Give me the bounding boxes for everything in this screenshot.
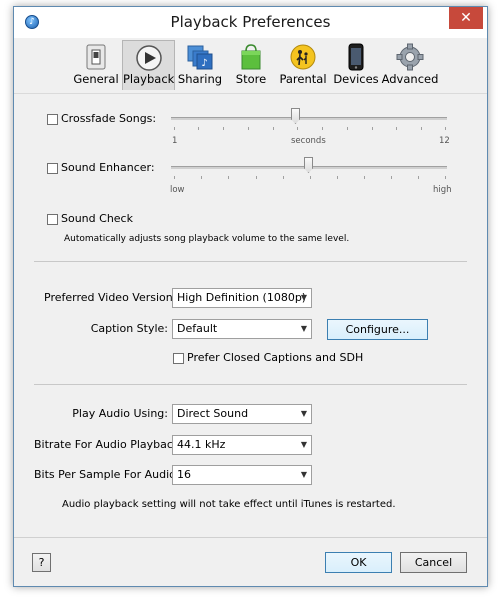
- sound-check-checkbox[interactable]: [47, 214, 58, 225]
- enhancer-tick: [256, 176, 257, 179]
- crossfade-tick: [223, 127, 224, 130]
- chevron-down-icon: ▼: [300, 293, 307, 302]
- crossfade-tick: [396, 127, 397, 130]
- enhancer-tick: [228, 176, 229, 179]
- caption-style-value: Default: [177, 322, 218, 335]
- sound-check-label: Sound Check: [61, 212, 133, 225]
- preferred-video-value: High Definition (1080p): [177, 291, 307, 304]
- bits-per-sample-value: 16: [177, 468, 191, 481]
- tab-advanced[interactable]: Advanced: [380, 40, 440, 90]
- enhancer-tick: [283, 176, 284, 179]
- play-audio-select[interactable]: Direct Sound ▼: [172, 404, 312, 424]
- tab-devices[interactable]: Devices: [332, 40, 380, 90]
- crossfade-tick: [198, 127, 199, 130]
- tab-parental-label: Parental: [279, 72, 327, 86]
- enhancer-min-label: low: [170, 185, 185, 195]
- bitrate-label: Bitrate For Audio Playback:: [34, 438, 183, 451]
- tab-parental[interactable]: Parental: [277, 40, 329, 90]
- chevron-down-icon: ▼: [300, 470, 307, 479]
- tab-playback[interactable]: Playback: [122, 40, 175, 90]
- enhancer-tick: [337, 176, 338, 179]
- parental-icon: [290, 44, 316, 70]
- general-switch-icon: [86, 44, 106, 70]
- play-audio-value: Direct Sound: [177, 407, 249, 420]
- bitrate-value: 44.1 kHz: [177, 438, 226, 451]
- closed-captions-label: Prefer Closed Captions and SDH: [187, 351, 364, 364]
- crossfade-max-label: 12: [439, 136, 450, 146]
- crossfade-tick: [248, 127, 249, 130]
- play-audio-label: Play Audio Using:: [72, 407, 168, 420]
- tab-store[interactable]: Store: [226, 40, 276, 90]
- footer-divider: [14, 537, 487, 538]
- tab-general[interactable]: General: [72, 40, 120, 90]
- svg-text:♪: ♪: [201, 58, 207, 69]
- crossfade-tick: [322, 127, 323, 130]
- tab-devices-label: Devices: [333, 72, 379, 86]
- chevron-down-icon: ▼: [300, 440, 307, 449]
- sound-enhancer-checkbox[interactable]: [47, 163, 58, 174]
- section-divider: [34, 384, 467, 385]
- section-divider: [34, 261, 467, 262]
- bits-per-sample-select[interactable]: 16 ▼: [172, 465, 312, 485]
- crossfade-tick: [421, 127, 422, 130]
- configure-button[interactable]: Configure...: [327, 319, 428, 340]
- tab-playback-label: Playback: [123, 72, 175, 86]
- device-phone-icon: [348, 43, 364, 71]
- sound-enhancer-slider-thumb[interactable]: [304, 157, 313, 173]
- caption-style-select[interactable]: Default ▼: [172, 319, 312, 339]
- bits-per-sample-label: Bits Per Sample For Audio: [34, 468, 176, 481]
- preferences-window: ♪ Playback Preferences ✕ General Playbac…: [13, 6, 488, 587]
- crossfade-unit-label: seconds: [291, 136, 326, 146]
- cancel-button[interactable]: Cancel: [400, 552, 467, 573]
- enhancer-tick: [445, 176, 446, 179]
- crossfade-tick: [347, 127, 348, 130]
- enhancer-tick: [418, 176, 419, 179]
- play-icon: [135, 45, 162, 71]
- preferred-video-select[interactable]: High Definition (1080p) ▼: [172, 288, 312, 308]
- sound-enhancer-label: Sound Enhancer:: [61, 161, 155, 174]
- crossfade-tick: [297, 127, 298, 130]
- title-bar[interactable]: ♪ Playback Preferences ✕: [14, 7, 487, 38]
- crossfade-label: Crossfade Songs:: [61, 112, 157, 125]
- enhancer-tick: [174, 176, 175, 179]
- sharing-icon: ♪: [187, 45, 213, 70]
- crossfade-tick: [273, 127, 274, 130]
- gear-icon: [396, 43, 424, 71]
- closed-captions-checkbox[interactable]: [173, 353, 184, 364]
- tab-store-label: Store: [235, 72, 267, 86]
- chevron-down-icon: ▼: [300, 324, 307, 333]
- enhancer-max-label: high: [433, 185, 452, 195]
- caption-style-label: Caption Style:: [90, 322, 168, 335]
- preferences-toolbar: General Playback ♪ Sharing Store Parenta…: [14, 38, 487, 94]
- store-bag-icon: [241, 44, 261, 70]
- crossfade-min-label: 1: [172, 136, 178, 146]
- crossfade-slider-thumb[interactable]: [291, 108, 300, 124]
- audio-restart-note: Audio playback setting will not take eff…: [62, 499, 396, 510]
- ok-button[interactable]: OK: [325, 552, 392, 573]
- crossfade-tick: [445, 127, 446, 130]
- tab-sharing-label: Sharing: [177, 72, 223, 86]
- bitrate-select[interactable]: 44.1 kHz ▼: [172, 435, 312, 455]
- window-title: Playback Preferences: [170, 13, 331, 31]
- enhancer-tick: [364, 176, 365, 179]
- tab-advanced-label: Advanced: [381, 72, 439, 86]
- crossfade-tick: [372, 127, 373, 130]
- crossfade-checkbox[interactable]: [47, 114, 58, 125]
- enhancer-tick: [391, 176, 392, 179]
- enhancer-tick: [201, 176, 202, 179]
- preferred-video-label: Preferred Video Version:: [44, 291, 177, 304]
- tab-general-label: General: [73, 72, 119, 86]
- enhancer-tick: [310, 176, 311, 179]
- tab-sharing[interactable]: ♪ Sharing: [177, 40, 223, 90]
- close-button[interactable]: ✕: [449, 7, 483, 29]
- chevron-down-icon: ▼: [300, 409, 307, 418]
- help-button[interactable]: ?: [32, 553, 51, 572]
- crossfade-tick: [174, 127, 175, 130]
- sound-check-note: Automatically adjusts song playback volu…: [64, 234, 350, 244]
- crossfade-slider-track[interactable]: [171, 117, 447, 120]
